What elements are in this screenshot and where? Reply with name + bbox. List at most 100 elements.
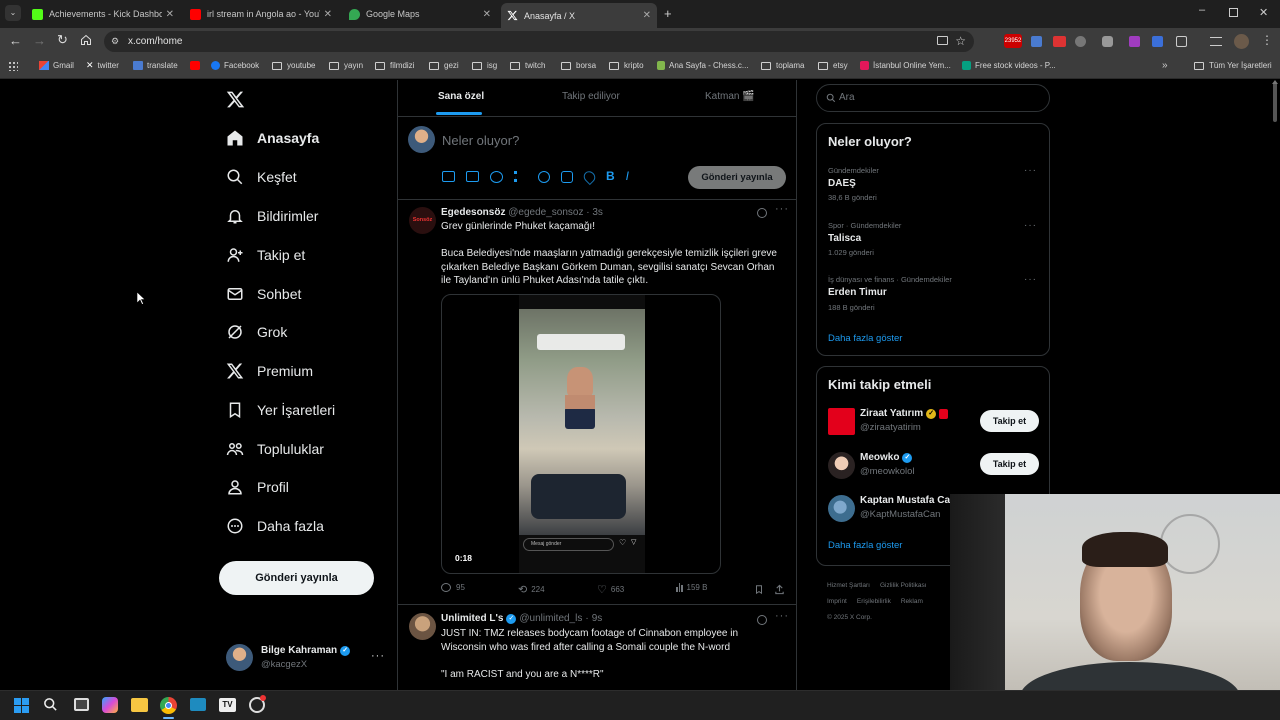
scroll-up-arrow-icon[interactable]: [1272, 80, 1278, 84]
close-tab-icon[interactable]: ✕: [324, 9, 332, 20]
follow-button[interactable]: Takip et: [980, 410, 1039, 432]
nav-home[interactable]: Anasayfa: [226, 125, 319, 151]
gif-icon[interactable]: [466, 171, 479, 182]
trend-name[interactable]: Erden Timur: [828, 287, 887, 298]
footer-link[interactable]: Imprint: [827, 598, 847, 605]
reload-icon[interactable]: ↻: [57, 32, 68, 48]
browser-tab[interactable]: Google Maps ✕: [343, 4, 497, 24]
tweet[interactable]: Sonsöz Egedesonsöz @egede_sonsoz · 3s ··…: [398, 200, 796, 604]
bookmark-translate[interactable]: translate: [133, 61, 178, 70]
bold-icon[interactable]: B: [606, 170, 615, 183]
bookmark-pexels[interactable]: Free stock videos - P...: [962, 61, 1056, 70]
close-tab-icon[interactable]: ✕: [166, 9, 174, 20]
tradingview-icon[interactable]: TV: [219, 698, 236, 712]
close-tab-icon[interactable]: ✕: [483, 9, 491, 20]
extension-badge-icon[interactable]: 23952: [1004, 34, 1022, 48]
footer-link[interactable]: Reklam: [901, 598, 923, 605]
repost-button[interactable]: ⟲ 224: [518, 583, 545, 596]
share-icon[interactable]: [774, 584, 785, 595]
bookmark-youtube[interactable]: [190, 61, 204, 70]
site-info-icon[interactable]: ⚙: [111, 31, 119, 52]
footer-link[interactable]: Hizmet Şartları: [827, 582, 870, 589]
tweet-author-name[interactable]: Unlimited L's: [441, 612, 503, 626]
bookmark-folder[interactable]: toplama: [761, 61, 804, 70]
trend-more-icon[interactable]: ···: [1024, 165, 1037, 176]
extensions-puzzle-icon[interactable]: [1176, 36, 1187, 47]
profile-avatar-icon[interactable]: [1234, 34, 1249, 49]
tweet-avatar[interactable]: Sonsöz: [409, 207, 436, 234]
tweet-avatar[interactable]: [409, 613, 436, 640]
bookmark-folder[interactable]: youtube: [272, 61, 315, 70]
trend-more-icon[interactable]: ···: [1024, 274, 1037, 285]
suggestion-avatar[interactable]: [828, 408, 855, 435]
nav-bookmarks[interactable]: Yer İşaretleri: [226, 397, 335, 423]
image-icon[interactable]: [442, 171, 455, 182]
extension-icon[interactable]: [1129, 36, 1140, 47]
bookmark-folder[interactable]: kripto: [609, 61, 644, 70]
taskbar-search-icon[interactable]: [43, 697, 58, 712]
translate-extension-icon[interactable]: [1031, 36, 1042, 47]
account-switcher[interactable]: Bilge Kahraman ✓ @kacgezX ···: [226, 642, 386, 674]
emoji-icon[interactable]: [538, 171, 550, 183]
bookmark-folder[interactable]: twitch: [510, 61, 545, 70]
nav-premium[interactable]: Premium: [226, 358, 313, 384]
install-app-icon[interactable]: [937, 36, 948, 45]
tab-following[interactable]: Takip ediliyor: [562, 91, 620, 102]
reply-button[interactable]: 95: [441, 583, 465, 592]
account-more-icon[interactable]: ···: [371, 650, 385, 662]
nav-grok[interactable]: Grok: [226, 319, 287, 345]
address-bar[interactable]: ⚙ x.com/home ☆: [104, 31, 974, 52]
follow-button[interactable]: Takip et: [980, 453, 1039, 475]
copilot-icon[interactable]: [102, 697, 118, 713]
bookmark-facebook[interactable]: Facebook: [211, 61, 259, 70]
nav-explore[interactable]: Keşfet: [226, 164, 297, 190]
composer-avatar[interactable]: [408, 126, 435, 153]
chrome-taskbar-icon[interactable]: [160, 697, 177, 714]
tweet-more-icon[interactable]: ···: [775, 610, 789, 622]
suggestion-name[interactable]: Kaptan Mustafa Ca: [860, 495, 950, 506]
tweet[interactable]: Unlimited L's ✓ @unlimited_ls · 9s ··· J…: [398, 605, 796, 690]
bookmark-folder[interactable]: filmdizi: [375, 61, 414, 70]
location-icon[interactable]: [581, 168, 598, 186]
suggestion-avatar[interactable]: [828, 452, 855, 479]
remote-desktop-icon[interactable]: [190, 698, 206, 711]
nav-notifications[interactable]: Bildirimler: [226, 203, 318, 229]
trend-name[interactable]: Talisca: [828, 233, 861, 244]
minimize-icon[interactable]: –: [1199, 4, 1205, 16]
adblock-extension-icon[interactable]: [1053, 36, 1066, 47]
who-to-follow-show-more[interactable]: Daha fazla göster: [828, 540, 902, 551]
reading-list-icon[interactable]: [1210, 37, 1222, 46]
bookmark-gmail[interactable]: Gmail: [39, 61, 74, 70]
footer-link[interactable]: Gizlilik Politikası: [880, 582, 927, 589]
italic-icon[interactable]: I: [626, 170, 629, 183]
x-logo-icon[interactable]: [226, 90, 245, 109]
tab-for-you[interactable]: Sana özel: [438, 91, 484, 102]
extension-icon[interactable]: [1102, 36, 1113, 47]
tweet-author-handle[interactable]: @unlimited_ls: [519, 612, 582, 626]
bookmark-chess[interactable]: Ana Sayfa - Chess.c...: [657, 61, 749, 70]
all-bookmarks[interactable]: Tüm Yer İşaretleri: [1194, 61, 1272, 70]
trend-more-icon[interactable]: ···: [1024, 220, 1037, 231]
grok-tweet-icon[interactable]: [757, 208, 767, 218]
nav-profile[interactable]: Profil: [226, 474, 289, 500]
tweet-time[interactable]: 3s: [592, 207, 603, 218]
task-view-icon[interactable]: [74, 698, 89, 711]
suggestion-name[interactable]: Meowko: [860, 452, 899, 463]
bookmark-folder[interactable]: etsy: [818, 61, 848, 70]
grok-tweet-icon[interactable]: [757, 615, 767, 625]
windows-start-icon[interactable]: [14, 698, 29, 713]
tab-search-button[interactable]: ⌄: [5, 5, 21, 21]
page-scrollbar[interactable]: [1273, 82, 1277, 122]
nav-communities[interactable]: Topluluklar: [226, 436, 324, 462]
suggestion-name[interactable]: Ziraat Yatırım: [860, 408, 923, 419]
nav-more[interactable]: Daha fazla: [226, 513, 324, 539]
composer-input[interactable]: Neler oluyor?: [442, 133, 519, 148]
suggestion-avatar[interactable]: [828, 495, 855, 522]
back-icon[interactable]: ←: [9, 33, 22, 48]
bookmark-folder[interactable]: isg: [472, 61, 497, 70]
schedule-icon[interactable]: [561, 171, 573, 183]
bookmark-yemek[interactable]: İstanbul Online Yem...: [860, 61, 951, 70]
nav-messages[interactable]: Sohbet: [226, 281, 301, 307]
browser-tab[interactable]: Achievements - Kick Dashboard ✕: [26, 4, 180, 24]
restore-icon[interactable]: [1229, 8, 1238, 17]
